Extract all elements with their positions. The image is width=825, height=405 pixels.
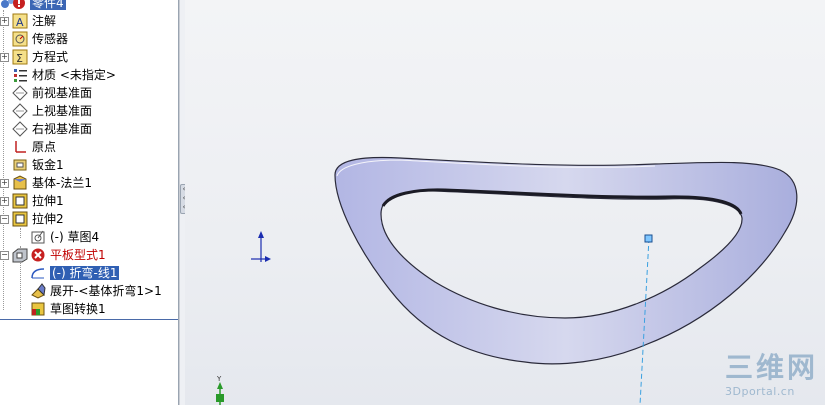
tree-item-sensors[interactable]: 传感器 (0, 30, 178, 48)
tree-item-label: 注解 (32, 14, 57, 28)
tree-part-root[interactable]: 零件4 (0, 0, 178, 12)
tree-item-label: 前视基准面 (32, 86, 93, 100)
watermark-sub-text: 3Dportal.cn (725, 385, 795, 398)
tree-item-label: 传感器 (32, 32, 69, 46)
plane-icon (12, 121, 28, 137)
sheet-metal-part[interactable] (334, 156, 798, 365)
expand-toggle[interactable]: + (0, 53, 9, 62)
tree-item-sketch-transform[interactable]: 草图转换1 (0, 300, 178, 318)
collapse-toggle[interactable]: − (0, 251, 9, 260)
annotations-icon: A (12, 13, 28, 29)
tree-item-label: 右视基准面 (32, 122, 93, 136)
watermark-main-text: 三维网 (725, 351, 819, 384)
view-triad-icon: Y (216, 375, 224, 405)
part-name: 零件4 (30, 0, 66, 10)
plane-icon (12, 85, 28, 101)
svg-text:Y: Y (216, 375, 222, 383)
tree-item-equations[interactable]: + Σ 方程式 (0, 48, 178, 66)
sketch-icon (30, 229, 46, 245)
tree-item-label: (-) 草图4 (50, 230, 100, 244)
extrude-icon (12, 211, 28, 227)
tree-item-label: 基体-法兰1 (32, 176, 92, 190)
sheet-metal-icon (12, 157, 28, 173)
sketch-transform-icon (30, 301, 46, 317)
svg-text:A: A (16, 16, 24, 29)
plane-icon (12, 103, 28, 119)
sensors-icon (12, 31, 28, 47)
model-view: Y (216, 156, 798, 405)
svg-text:Σ: Σ (16, 52, 23, 65)
error-icon (30, 247, 46, 263)
tree-item-top-plane[interactable]: 上视基准面 (0, 102, 178, 120)
graphics-area[interactable]: Y (185, 0, 825, 405)
bend-line-endpoint[interactable] (644, 234, 653, 243)
extrude-icon (12, 193, 28, 209)
watermark-logo: 三维网 3Dportal.cn (725, 353, 825, 405)
tree-item-label: 拉伸1 (32, 194, 64, 208)
tree-item-sheet-metal[interactable]: 钣金1 (0, 156, 178, 174)
tree-item-bend-line[interactable]: (-) 折弯-线1 (0, 264, 178, 282)
tree-item-origin[interactable]: 原点 (0, 138, 178, 156)
tree-item-front-plane[interactable]: 前视基准面 (0, 84, 178, 102)
collapse-toggle[interactable]: − (0, 215, 9, 224)
tree-item-label: 草图转换1 (50, 302, 106, 316)
tree-item-label: 材质 <未指定> (32, 68, 116, 82)
tree-item-material[interactable]: 材质 <未指定> (0, 66, 178, 84)
equations-icon: Σ (12, 49, 28, 65)
tree-item-label: 平板型式1 (50, 248, 106, 262)
origin-icon (12, 139, 28, 155)
flat-pattern-icon (12, 247, 28, 263)
tree-item-label: 原点 (32, 140, 57, 154)
material-icon (12, 67, 28, 83)
feature-manager-tree[interactable]: 零件4 + A 注解 传感器 + Σ 方程式 材质 <未指定> 前视基准面 上视… (0, 0, 179, 405)
tree-item-label: 展开-<基体折弯1>1 (50, 284, 162, 298)
tree-item-extrude2[interactable]: − 拉伸2 (0, 210, 178, 228)
expand-toggle[interactable]: + (0, 179, 9, 188)
error-icon (12, 0, 28, 11)
tree-empty-area (0, 320, 178, 405)
tree-item-label: 拉伸2 (32, 212, 64, 226)
sketch-origin-icon (251, 231, 271, 262)
tree-item-sketch4[interactable]: (-) 草图4 (0, 228, 178, 246)
tree-item-unfold[interactable]: 展开-<基体折弯1>1 (0, 282, 178, 300)
unfold-icon (30, 283, 46, 299)
base-flange-icon (12, 175, 28, 191)
tree-item-label: 上视基准面 (32, 104, 93, 118)
tree-item-base-flange[interactable]: + 基体-法兰1 (0, 174, 178, 192)
tree-item-label: 钣金1 (32, 158, 64, 172)
expand-toggle[interactable]: + (0, 197, 9, 206)
expand-toggle[interactable]: + (0, 17, 9, 26)
tree-item-right-plane[interactable]: 右视基准面 (0, 120, 178, 138)
tree-item-label: 方程式 (32, 50, 69, 64)
tree-item-extrude1[interactable]: + 拉伸1 (0, 192, 178, 210)
tree-item-flat-pattern[interactable]: − 平板型式1 (0, 246, 178, 264)
tree-item-annotations[interactable]: + A 注解 (0, 12, 178, 30)
bend-line-icon (30, 265, 46, 281)
tree-item-label: (-) 折弯-线1 (50, 266, 120, 280)
